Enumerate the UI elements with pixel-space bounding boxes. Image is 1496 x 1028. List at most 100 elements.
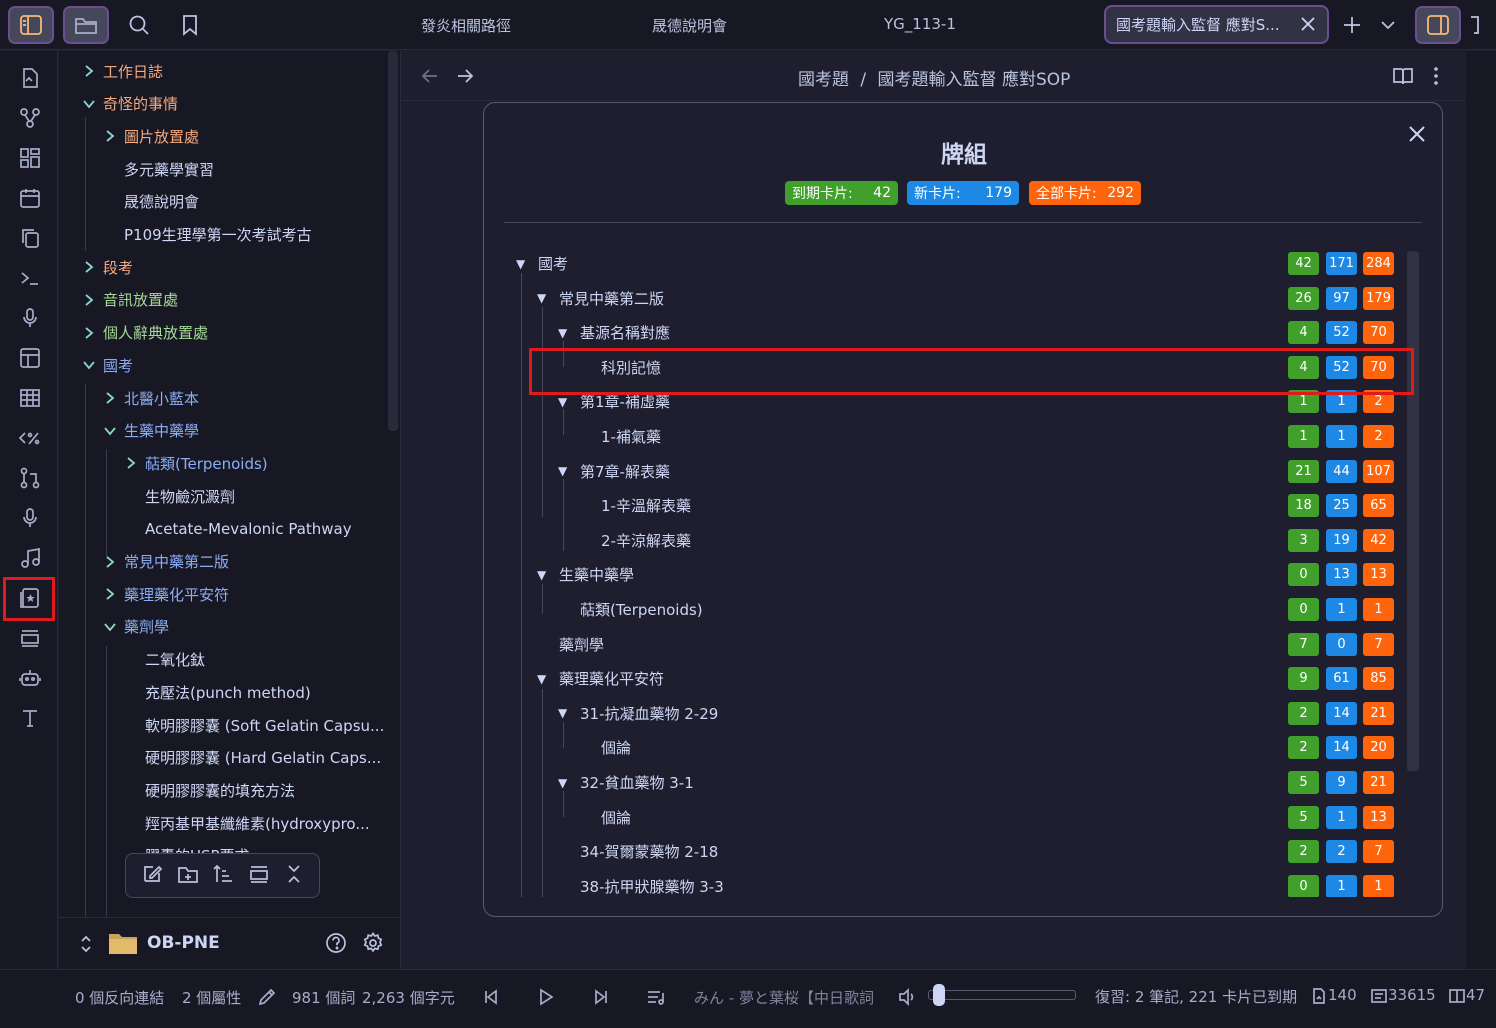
deck-row[interactable]: ▼ 基源名稱對應 4 52 70 bbox=[504, 318, 1404, 348]
tab-active[interactable]: 國考題輸入監督 應對S... bbox=[1104, 5, 1329, 44]
search-icon[interactable] bbox=[126, 12, 152, 38]
explorer-item[interactable]: 二氧化鈦 bbox=[123, 648, 205, 672]
collapse-all-icon[interactable] bbox=[248, 863, 270, 889]
expand-triangle-icon[interactable]: ▼ bbox=[558, 326, 572, 340]
deck-row[interactable]: 藥劑學 7 0 7 bbox=[504, 630, 1404, 660]
tab-briefing[interactable]: 晟德說明會 bbox=[652, 15, 727, 36]
tab-inflammation[interactable]: 發炎相關路徑 bbox=[421, 15, 511, 36]
explorer-item[interactable]: 北醫小藍本 bbox=[102, 386, 199, 410]
deck-name[interactable]: 34-賀爾蒙藥物 2-18 bbox=[580, 841, 718, 862]
vault-switcher[interactable]: OB-PNE bbox=[59, 917, 401, 969]
deck-row[interactable]: ▼ 32-貧血藥物 3-1 5 9 21 bbox=[504, 768, 1404, 798]
explorer-item[interactable]: 音訊放置處 bbox=[81, 288, 178, 312]
new-folder-icon[interactable] bbox=[177, 863, 199, 889]
deck-row[interactable]: 萜類(Terpenoids) 0 1 1 bbox=[504, 595, 1404, 625]
chevron-right-icon[interactable] bbox=[102, 390, 118, 406]
settings-gear-icon[interactable] bbox=[362, 932, 384, 958]
deck-row[interactable]: ▼ 生藥中藥學 0 13 13 bbox=[504, 560, 1404, 590]
deck-row[interactable]: ▼ 31-抗凝血藥物 2-29 2 14 21 bbox=[504, 699, 1404, 729]
review-status[interactable]: 復習: 2 筆記, 221 卡片已到期 bbox=[1095, 986, 1297, 1007]
explorer-item[interactable]: 萜類(Terpenoids) bbox=[123, 451, 268, 475]
explorer-item[interactable]: 生藥中藥學 bbox=[102, 419, 199, 443]
toggle-right-sidebar-button[interactable] bbox=[1415, 6, 1461, 44]
explorer-item[interactable]: 硬明膠膠囊 (Hard Gelatin Caps... bbox=[123, 746, 381, 770]
previous-track-icon[interactable] bbox=[480, 986, 502, 1008]
deck-name[interactable]: 常見中藥第二版 bbox=[559, 288, 664, 309]
playlist-icon[interactable] bbox=[645, 986, 667, 1008]
volume-icon[interactable] bbox=[896, 986, 918, 1008]
deck-row[interactable]: 1-辛溫解表藥 18 25 65 bbox=[504, 491, 1404, 521]
tab-yg[interactable]: YG_113-1 bbox=[884, 15, 956, 33]
deck-row[interactable]: 個論 2 14 20 bbox=[504, 733, 1404, 763]
graph-view-icon[interactable] bbox=[16, 104, 44, 132]
voice-record-icon[interactable] bbox=[16, 504, 44, 532]
explorer-item[interactable]: P109生理學第一次考試考古 bbox=[102, 223, 312, 247]
toggle-left-sidebar-button[interactable] bbox=[8, 6, 54, 44]
explorer-item[interactable]: 工作日誌 bbox=[81, 59, 163, 83]
new-tab-icon[interactable] bbox=[1339, 12, 1365, 38]
forward-arrow-icon[interactable] bbox=[455, 66, 475, 90]
file-explorer-button[interactable] bbox=[63, 6, 109, 44]
deck-name[interactable]: 生藥中藥學 bbox=[559, 564, 634, 585]
explorer-item[interactable]: 晟德說明會 bbox=[102, 190, 199, 214]
explorer-item[interactable]: 個人辭典放置處 bbox=[81, 321, 208, 345]
explorer-item[interactable]: 軟明膠膠囊 (Soft Gelatin Capsu... bbox=[123, 713, 384, 737]
copy-icon[interactable] bbox=[16, 224, 44, 252]
deck-name[interactable]: 藥理藥化平安符 bbox=[559, 668, 664, 689]
deck-name[interactable]: 2-辛涼解表藥 bbox=[601, 530, 691, 551]
explorer-item[interactable]: 圖片放置處 bbox=[102, 124, 199, 148]
chevron-right-icon[interactable] bbox=[81, 63, 97, 79]
now-playing-title[interactable]: みん - 夢と葉桜【中日歌詞 bbox=[694, 987, 874, 1008]
chevron-down-icon[interactable] bbox=[102, 619, 118, 635]
table-icon[interactable] bbox=[16, 384, 44, 412]
deck-name[interactable]: 個論 bbox=[601, 737, 631, 758]
deck-name[interactable]: 32-貧血藥物 3-1 bbox=[580, 772, 694, 793]
deck-name[interactable]: 1-辛溫解表藥 bbox=[601, 495, 691, 516]
explorer-item[interactable]: 國考 bbox=[81, 353, 133, 377]
bookmark-icon[interactable] bbox=[177, 12, 203, 38]
music-icon[interactable] bbox=[16, 544, 44, 572]
deck-row[interactable]: ▼ 第7章-解表藥 21 44 107 bbox=[504, 457, 1404, 487]
explorer-scrollbar[interactable] bbox=[388, 51, 398, 431]
expand-triangle-icon[interactable]: ▼ bbox=[537, 672, 551, 686]
close-tab-icon[interactable] bbox=[1299, 15, 1317, 37]
deck-name[interactable]: 31-抗凝血藥物 2-29 bbox=[580, 703, 718, 724]
new-note-icon[interactable] bbox=[141, 863, 163, 889]
deck-name[interactable]: 基源名稱對應 bbox=[580, 322, 670, 343]
deck-name[interactable]: 第7章-解表藥 bbox=[580, 461, 670, 482]
chevron-right-icon[interactable] bbox=[81, 325, 97, 341]
more-options-icon[interactable] bbox=[1432, 65, 1440, 91]
play-icon[interactable] bbox=[535, 986, 557, 1008]
deck-row[interactable]: 34-賀爾蒙藥物 2-18 2 2 7 bbox=[504, 837, 1404, 867]
close-modal-icon[interactable] bbox=[1406, 123, 1428, 145]
volume-slider-track[interactable] bbox=[928, 990, 1076, 1000]
sort-icon[interactable] bbox=[212, 863, 234, 889]
deck-row[interactable]: ▼ 國考 42 171 284 bbox=[504, 249, 1404, 279]
expand-triangle-icon[interactable]: ▼ bbox=[516, 257, 530, 271]
microphone-icon[interactable] bbox=[16, 304, 44, 332]
deck-name[interactable]: 38-抗甲狀腺藥物 3-3 bbox=[580, 876, 724, 897]
chevron-right-icon[interactable] bbox=[123, 455, 139, 471]
explorer-item[interactable]: 奇怪的事情 bbox=[81, 92, 178, 116]
deck-name[interactable]: 藥劑學 bbox=[559, 634, 604, 655]
explorer-item[interactable]: 充壓法(punch method) bbox=[123, 680, 311, 704]
chevron-down-icon[interactable] bbox=[81, 357, 97, 373]
chevron-right-icon[interactable] bbox=[102, 554, 118, 570]
explorer-item[interactable]: 生物鹼沉澱劑 bbox=[123, 484, 235, 508]
deck-name[interactable]: 國考 bbox=[538, 253, 568, 274]
deck-row[interactable]: 2-辛涼解表藥 3 19 42 bbox=[504, 526, 1404, 556]
expand-triangle-icon[interactable]: ▼ bbox=[558, 464, 572, 478]
deck-name[interactable]: 萜類(Terpenoids) bbox=[580, 599, 703, 620]
expand-triangle-icon[interactable]: ▼ bbox=[537, 568, 551, 582]
explorer-item[interactable]: 藥劑學 bbox=[102, 615, 169, 639]
text-format-icon[interactable] bbox=[16, 704, 44, 732]
vault-switch-chevron-icon[interactable] bbox=[79, 934, 93, 958]
explorer-item[interactable]: 羥丙基甲基纖維素(hydroxypro... bbox=[123, 811, 370, 835]
deck-row[interactable]: 38-抗甲狀腺藥物 3-3 0 1 1 bbox=[504, 872, 1404, 897]
expand-triangle-icon[interactable]: ▼ bbox=[558, 776, 572, 790]
deck-name[interactable]: 個論 bbox=[601, 807, 631, 828]
deck-row[interactable]: ▼ 常見中藥第二版 26 97 179 bbox=[504, 284, 1404, 314]
expand-triangle-icon[interactable]: ▼ bbox=[558, 395, 572, 409]
window-more-icon[interactable] bbox=[1466, 12, 1484, 38]
open-quick-switcher-icon[interactable] bbox=[16, 64, 44, 92]
